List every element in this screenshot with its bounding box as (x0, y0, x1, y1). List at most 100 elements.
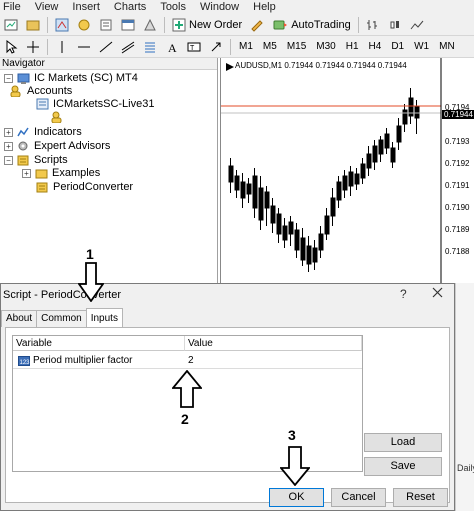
navigator-title: Navigator (0, 58, 217, 70)
terminal-icon[interactable] (119, 16, 137, 34)
menu-bar: File View Insert Charts Tools Window Hel… (0, 0, 474, 14)
row-divider (13, 368, 362, 369)
timeframe-h1[interactable]: H1 (341, 39, 364, 55)
arrow-down-icon (78, 262, 104, 302)
column-header-variable[interactable]: Variable (13, 336, 185, 351)
expand-icon[interactable]: + (22, 168, 31, 178)
tree-indicators[interactable]: + Indicators (4, 126, 82, 138)
tree-expert-advisors[interactable]: + Expert Advisors (4, 140, 110, 152)
cancel-button[interactable]: Cancel (331, 488, 386, 507)
table-row[interactable]: 123 Period multiplier factor (15, 353, 185, 368)
trendline-icon[interactable] (97, 38, 115, 56)
tree-examples[interactable]: + Examples (22, 167, 100, 179)
toolbar-separator (47, 38, 48, 55)
broker-icon (17, 73, 30, 84)
close-button[interactable] (432, 287, 443, 301)
annotation-1: 1 (86, 246, 94, 262)
candle-body (300, 237, 306, 261)
reset-button[interactable]: Reset (393, 488, 448, 507)
text-tool-icon[interactable]: A (163, 38, 181, 56)
expand-icon[interactable]: + (4, 127, 13, 137)
collapse-icon[interactable]: − (4, 73, 13, 83)
tab-inputs[interactable]: Inputs (85, 308, 123, 327)
timeframe-d1[interactable]: D1 (386, 39, 409, 55)
toolbar-separator (164, 16, 165, 33)
timeframe-w1[interactable]: W1 (409, 39, 434, 55)
candle-body (378, 139, 384, 155)
tree-period-converter[interactable]: PeriodConverter (36, 181, 133, 193)
ok-button[interactable]: OK (269, 488, 324, 507)
bar-chart-icon[interactable] (364, 16, 382, 34)
data-window-icon[interactable] (75, 16, 93, 34)
label-tool-icon[interactable]: T (185, 38, 203, 56)
profiles-icon[interactable] (24, 16, 42, 34)
tree-accounts[interactable]: Accounts (10, 85, 72, 97)
tab-common[interactable]: Common (36, 310, 87, 327)
column-header-value[interactable]: Value (185, 336, 362, 351)
candle-body (366, 153, 372, 169)
variable-name: Period multiplier factor (33, 355, 133, 366)
candle-body (318, 233, 324, 251)
channel-icon[interactable] (119, 38, 137, 56)
candle-body (342, 175, 348, 191)
candle-body (264, 191, 270, 209)
menu-insert[interactable]: Insert (72, 1, 100, 13)
tree-period-converter-label: PeriodConverter (53, 181, 134, 193)
candle-body (324, 215, 330, 235)
candle-body (372, 145, 378, 163)
arrows-icon[interactable] (207, 38, 225, 56)
menu-help[interactable]: Help (253, 1, 276, 13)
tree-examples-label: Examples (52, 167, 101, 179)
market-watch-icon[interactable] (53, 16, 71, 34)
new-order-label: New Order (189, 18, 243, 31)
menu-view[interactable]: View (35, 1, 59, 13)
tree-root-label: IC Markets (SC) MT4 (34, 72, 138, 84)
chart-window[interactable]: AUDUSD,M1 0.71944 0.71944 0.71944 0.7194… (220, 58, 474, 284)
tree-account-label: ICMarketsSC-Live31 (53, 98, 155, 110)
line-chart-icon[interactable] (408, 16, 426, 34)
collapse-icon[interactable]: − (4, 155, 13, 165)
help-button[interactable]: ? (400, 287, 407, 301)
cursor-icon[interactable] (2, 38, 20, 56)
dialog-tabs: About Common Inputs (1, 308, 123, 327)
crosshair-icon[interactable] (24, 38, 42, 56)
timeframe-m5[interactable]: M5 (258, 39, 282, 55)
candle-body (360, 163, 366, 179)
horizontal-line-icon[interactable] (75, 38, 93, 56)
annotation-3: 3 (288, 427, 296, 443)
tab-about[interactable]: About (1, 310, 38, 327)
candle-body (240, 181, 246, 199)
new-chart-icon[interactable] (2, 16, 20, 34)
tree-account-user[interactable] (50, 111, 63, 123)
price-label-4: 0.7191 (445, 181, 470, 190)
new-order-button[interactable]: New Order (168, 15, 246, 34)
timeframe-m15[interactable]: M15 (282, 39, 311, 55)
tree-account-live31[interactable]: ICMarketsSC-Live31 (36, 98, 154, 110)
menu-charts[interactable]: Charts (114, 1, 146, 13)
menu-file[interactable]: File (3, 1, 21, 13)
fibonacci-icon[interactable] (141, 38, 159, 56)
timeframe-h4[interactable]: H4 (364, 39, 387, 55)
candle-body (270, 205, 276, 224)
autotrading-button[interactable]: AutoTrading (268, 15, 355, 34)
tree-scripts[interactable]: − Scripts (4, 154, 68, 166)
load-button[interactable]: Load (364, 433, 442, 452)
expand-icon[interactable]: + (4, 141, 13, 151)
script-dialog: Script - PeriodConverter ? About Common … (0, 283, 455, 511)
candlestick-icon[interactable] (386, 16, 404, 34)
vertical-line-icon[interactable] (53, 38, 71, 56)
background-terminal: Daily (455, 283, 474, 511)
timeframe-m30[interactable]: M30 (311, 39, 340, 55)
timeframe-mn[interactable]: MN (434, 39, 460, 55)
tree-root[interactable]: − IC Markets (SC) MT4 (4, 72, 138, 84)
menu-tools[interactable]: Tools (160, 1, 186, 13)
metaeditor-icon[interactable] (248, 16, 266, 34)
variable-value[interactable]: 2 (185, 353, 355, 368)
indicators-icon (17, 127, 29, 137)
navigator-panel: Navigator − IC Markets (SC) MT4 Accounts… (0, 58, 218, 284)
navigator-icon[interactable] (97, 16, 115, 34)
menu-window[interactable]: Window (200, 1, 239, 13)
timeframe-m1[interactable]: M1 (234, 39, 258, 55)
save-button[interactable]: Save (364, 457, 442, 476)
strategy-tester-icon[interactable] (141, 16, 159, 34)
